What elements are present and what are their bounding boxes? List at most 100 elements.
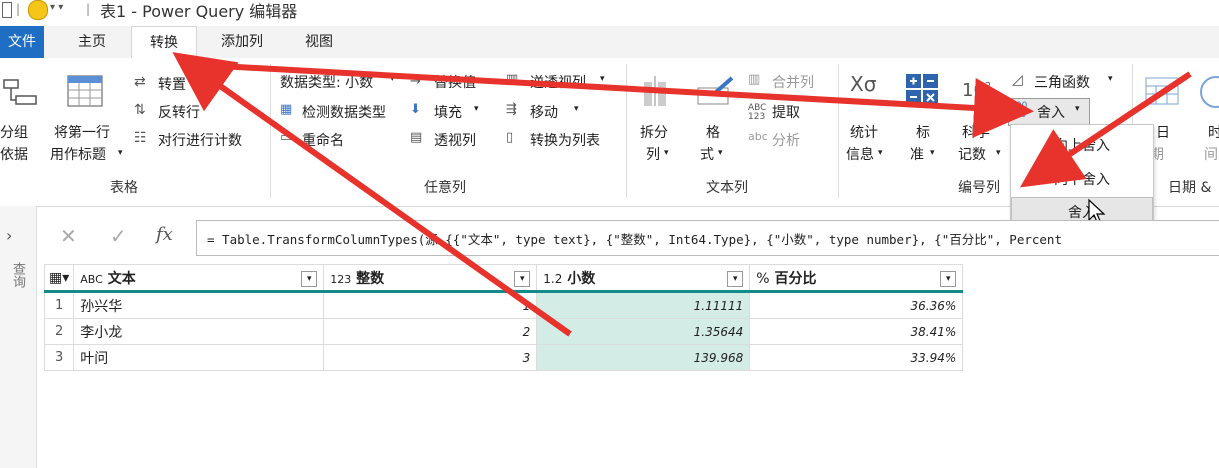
chevron-down-icon[interactable]: ▾: [664, 148, 669, 158]
chevron-down-icon[interactable]: ▾: [718, 148, 723, 158]
statistics-label-1[interactable]: 统计: [850, 122, 878, 142]
type-decimal-icon[interactable]: 1.2: [543, 272, 562, 286]
use-first-row-label-2[interactable]: 用作标题: [50, 144, 106, 164]
menu-item-round-up[interactable]: 向上舍入: [1011, 131, 1153, 161]
group-label-datetime: 日期 &: [1168, 180, 1212, 196]
table-row[interactable]: 2 李小龙 2 1.35644 38.41%: [43, 318, 964, 345]
tab-add-column[interactable]: 添加列: [203, 26, 281, 58]
cell-integer[interactable]: 3: [323, 344, 538, 371]
cell-integer[interactable]: 1: [323, 291, 538, 319]
table-menu-icon[interactable]: ▦▾: [43, 264, 75, 293]
format-label-1[interactable]: 格: [706, 122, 720, 142]
cell-decimal[interactable]: 139.968: [536, 344, 751, 371]
cell-percent[interactable]: 33.94%: [749, 344, 964, 371]
rounding-button[interactable]: .00 →0 舍入 ▾: [1008, 98, 1090, 126]
chevron-down-icon[interactable]: ▾: [878, 148, 883, 158]
cancel-icon[interactable]: ✕: [60, 224, 77, 248]
standard-label-2[interactable]: 准: [910, 144, 924, 164]
column-header-decimal[interactable]: 1.2 小数 ▾: [536, 264, 751, 293]
tab-transform[interactable]: 转换: [131, 26, 197, 59]
reverse-rows-button[interactable]: 反转行: [158, 102, 200, 122]
expand-chevron-icon[interactable]: ›: [6, 226, 12, 245]
merge-icon: ▥: [748, 72, 761, 87]
chevron-down-icon[interactable]: ▾: [1108, 74, 1113, 84]
column-name: 小数: [567, 270, 596, 287]
column-name: 整数: [356, 270, 385, 287]
chevron-down-icon[interactable]: ▾: [930, 148, 935, 158]
menu-item-round-down[interactable]: 向下舍入: [1011, 165, 1153, 195]
tab-file[interactable]: 文件: [0, 26, 44, 58]
cell-decimal[interactable]: 1.35644: [536, 318, 751, 345]
qat-dropdown-icon[interactable]: ▾ ▾: [50, 2, 63, 13]
chevron-down-icon[interactable]: ▾: [390, 74, 395, 84]
cell-text[interactable]: 叶问: [73, 344, 325, 371]
tab-home[interactable]: 主页: [62, 26, 122, 58]
statistics-label-2[interactable]: 信息: [846, 144, 874, 164]
filter-dropdown-icon[interactable]: ▾: [301, 270, 318, 287]
chevron-down-icon[interactable]: ▾: [474, 104, 479, 114]
formula-text[interactable]: = Table.TransformColumnTypes(源,{{"文本", t…: [207, 229, 1062, 248]
detect-type-button[interactable]: 检测数据类型: [302, 102, 386, 122]
cell-text[interactable]: 李小龙: [73, 318, 325, 345]
table-row[interactable]: 3 叶问 3 139.968 33.94%: [43, 344, 964, 371]
unpivot-button[interactable]: 逆透视列: [530, 72, 586, 92]
time-label-2[interactable]: 间: [1204, 144, 1218, 164]
data-type-dropdown[interactable]: 数据类型: 小数: [280, 72, 373, 92]
date-label-1[interactable]: 日: [1156, 122, 1170, 142]
smiley-icon[interactable]: [28, 0, 48, 20]
table-row[interactable]: 1 孙兴华 1 1.11111 36.36%: [43, 291, 964, 319]
type-text-icon[interactable]: ABC: [80, 273, 103, 286]
cell-integer[interactable]: 2: [323, 318, 538, 345]
rename-button[interactable]: 重命名: [302, 130, 344, 150]
standard-label-1[interactable]: 标: [916, 122, 930, 142]
confirm-icon[interactable]: ✓: [110, 224, 127, 248]
pivot-button[interactable]: 透视列: [434, 130, 476, 150]
chevron-down-icon[interactable]: ▾: [118, 148, 123, 158]
chevron-down-icon[interactable]: ▾: [996, 148, 1001, 158]
group-by-label-2[interactable]: 依据: [0, 144, 28, 164]
filter-dropdown-icon[interactable]: ▾: [940, 270, 957, 287]
use-first-row-label-1[interactable]: 将第一行: [54, 122, 110, 142]
queries-pane-collapsed[interactable]: › 查询: [0, 206, 37, 468]
group-label-text-column: 文本列: [706, 180, 748, 196]
parse-button[interactable]: 分析: [772, 130, 800, 150]
count-rows-icon: ☷: [134, 130, 147, 146]
to-list-button[interactable]: 转换为列表: [530, 130, 600, 150]
cell-percent[interactable]: 38.41%: [749, 318, 964, 345]
column-header-text[interactable]: ABC 文本 ▾: [73, 264, 325, 293]
fx-icon[interactable]: fx: [156, 224, 173, 245]
time-label-1[interactable]: 时: [1208, 122, 1219, 142]
group-by-label-1[interactable]: 分组: [0, 122, 28, 142]
transpose-button[interactable]: 转置: [158, 74, 186, 94]
scientific-label-2[interactable]: 记数: [958, 144, 986, 164]
filter-dropdown-icon[interactable]: ▾: [514, 270, 531, 287]
group-label-number-column: 编号列: [958, 180, 1000, 196]
split-label-1[interactable]: 拆分: [640, 122, 668, 142]
fill-button[interactable]: 填充: [434, 102, 462, 122]
date-icon: [1145, 77, 1179, 105]
chevron-down-icon[interactable]: ▾: [600, 74, 605, 84]
chevron-down-icon[interactable]: ▾: [574, 104, 579, 114]
filter-dropdown-icon[interactable]: ▾: [727, 270, 744, 287]
cell-decimal[interactable]: 1.11111: [536, 291, 751, 319]
cell-percent[interactable]: 36.36%: [749, 291, 964, 319]
type-integer-icon[interactable]: 123: [330, 273, 351, 286]
split-label-2[interactable]: 列: [646, 144, 660, 164]
type-percent-icon[interactable]: %: [756, 271, 769, 287]
column-header-integer[interactable]: 123 整数 ▾: [323, 264, 538, 293]
statistics-icon: Χσ: [850, 72, 877, 96]
trig-button[interactable]: 三角函数: [1034, 72, 1090, 92]
merge-columns-button[interactable]: 合并列: [772, 72, 814, 92]
replace-values-button[interactable]: 替换值: [434, 72, 476, 92]
tab-view[interactable]: 视图: [288, 26, 350, 58]
scientific-label-1[interactable]: 科学: [962, 122, 990, 142]
chevron-down-icon: ▾: [1075, 104, 1080, 114]
extract-button[interactable]: 提取: [772, 102, 800, 122]
move-button[interactable]: 移动: [530, 102, 558, 122]
formula-bar[interactable]: = Table.TransformColumnTypes(源,{{"文本", t…: [196, 220, 1219, 256]
count-rows-button[interactable]: 对行进行计数: [158, 130, 242, 150]
format-label-2[interactable]: 式: [700, 144, 714, 164]
cell-text[interactable]: 孙兴华: [73, 291, 325, 319]
column-header-percent[interactable]: % 百分比 ▾: [749, 264, 964, 293]
group-divider: [626, 64, 627, 198]
